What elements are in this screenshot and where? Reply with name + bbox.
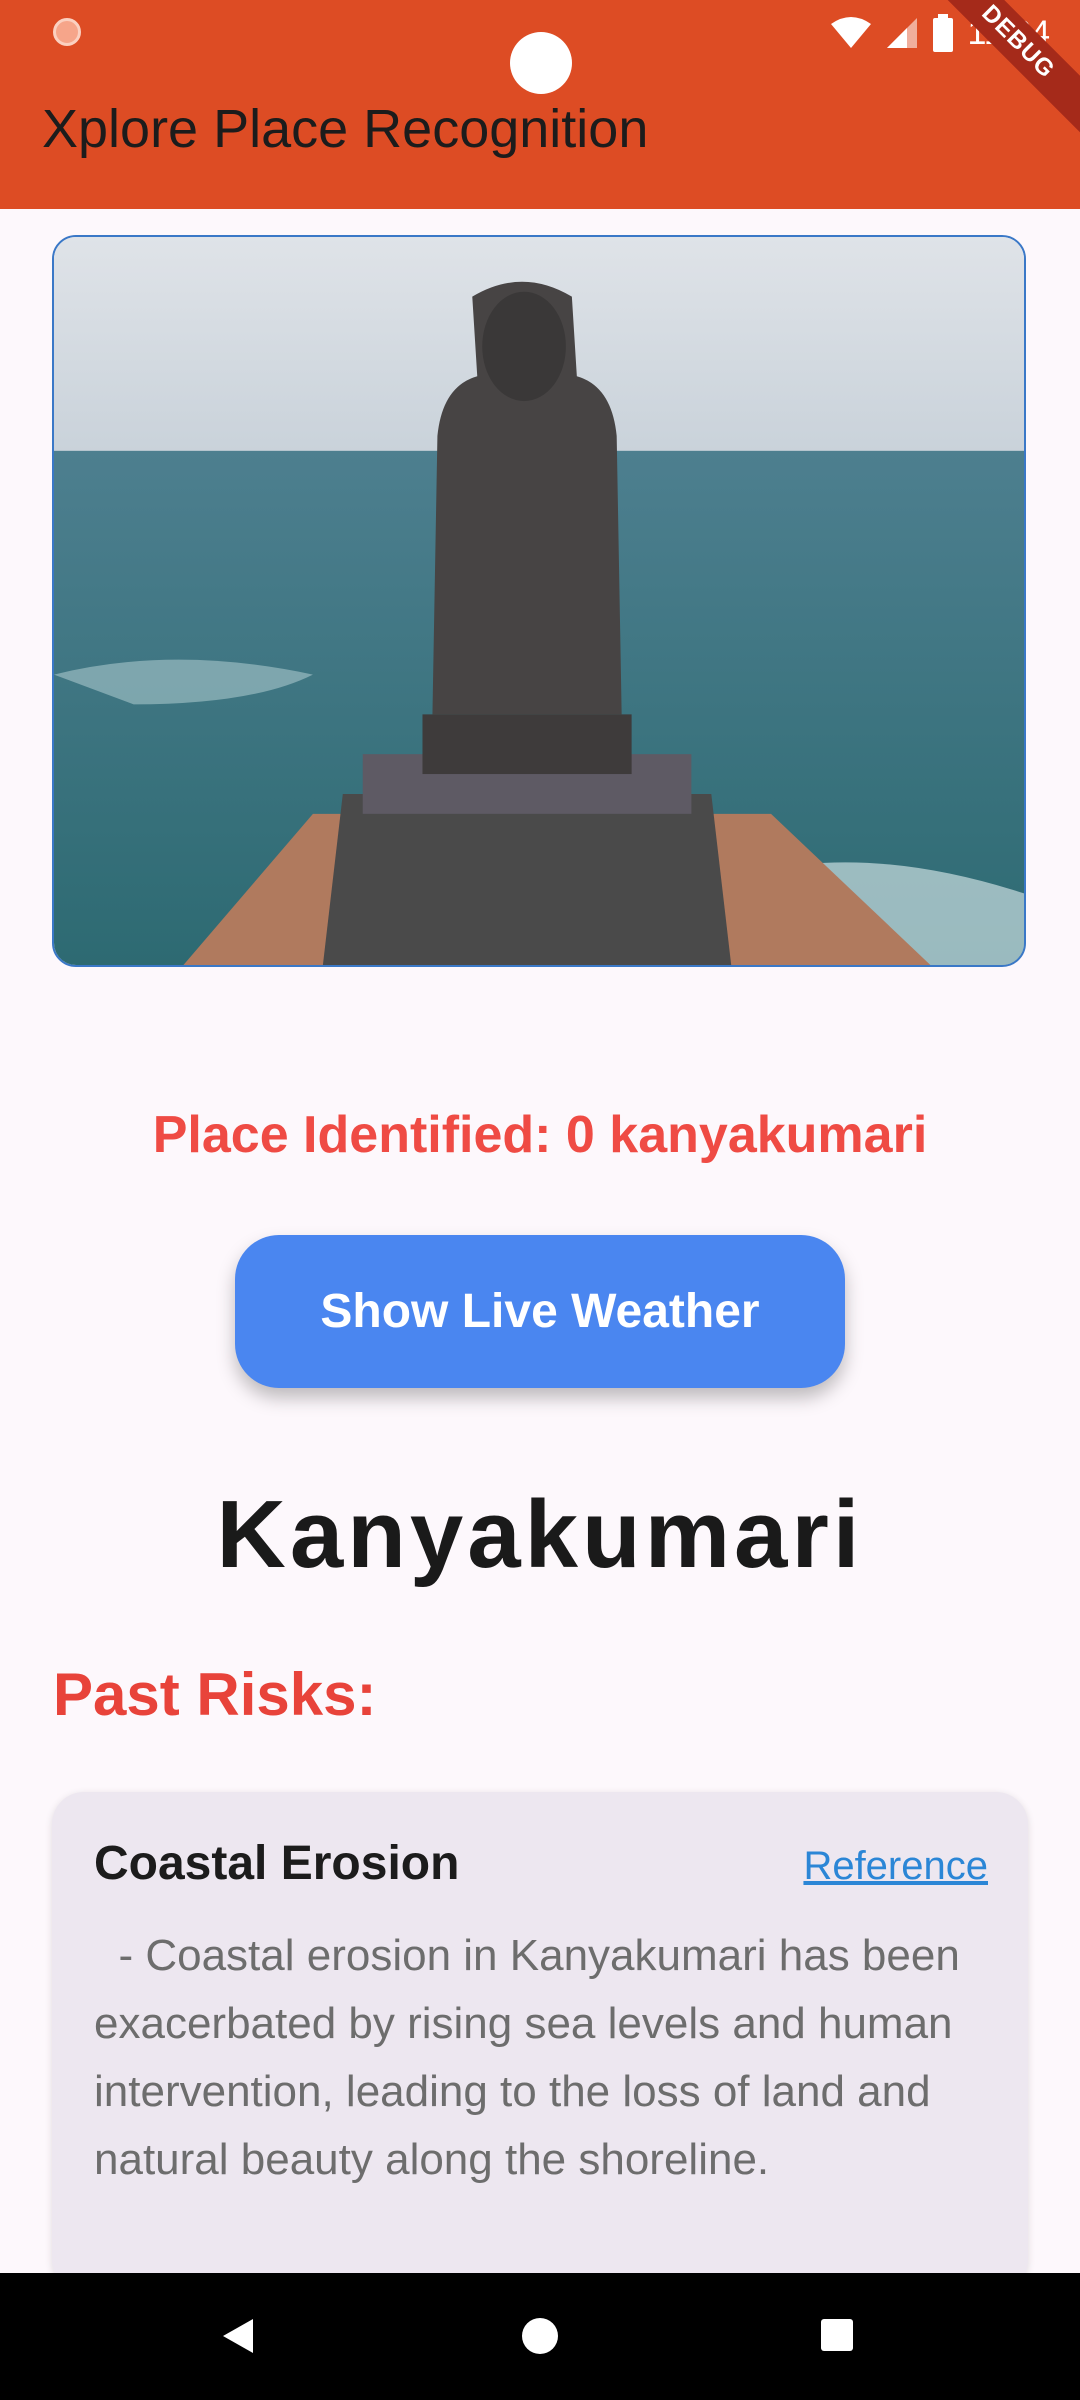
risk-title: Coastal Erosion <box>94 1837 460 1890</box>
app-bar: 11:34 DEBUG Xplore Place Recognition <box>0 0 1080 209</box>
camera-cutout <box>510 32 572 94</box>
app-title: Xplore Place Recognition <box>42 99 649 159</box>
statue-image <box>54 237 1024 965</box>
place-photo <box>52 235 1026 967</box>
place-name-heading: Kanyakumari <box>216 1481 864 1588</box>
nav-recents-icon[interactable] <box>821 2319 853 2351</box>
battery-icon <box>933 14 954 52</box>
past-risks-heading: Past Risks: <box>53 1661 377 1728</box>
risk-description: - Coastal erosion in Kanyakumari has bee… <box>94 1931 973 2184</box>
nav-home-icon[interactable] <box>522 2318 558 2354</box>
notification-icon <box>53 18 81 46</box>
risk-card: Coastal Erosion Reference - Coastal eros… <box>52 1792 1028 2292</box>
reference-link[interactable]: Reference <box>803 1844 988 1889</box>
identified-text: Place Identified: 0 kanyakumari <box>152 1106 928 1164</box>
signal-icon <box>887 18 918 48</box>
show-live-weather-button[interactable]: Show Live Weather <box>235 1235 845 1388</box>
wifi-icon <box>831 17 872 48</box>
nav-back-icon[interactable] <box>223 2319 253 2353</box>
